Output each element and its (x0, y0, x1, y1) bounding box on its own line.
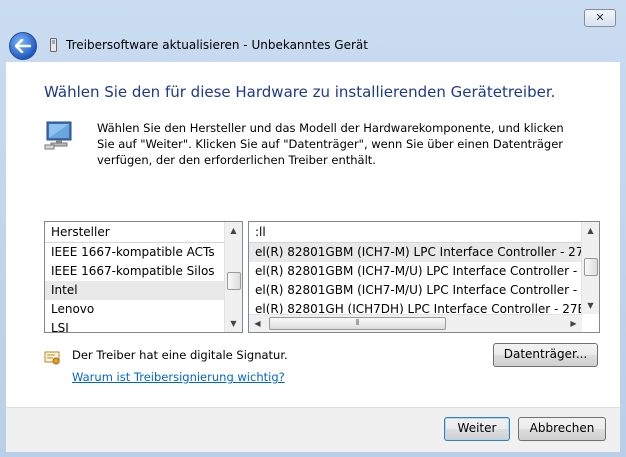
next-button[interactable]: Weiter (444, 417, 510, 441)
content-area: Wählen Sie den für diese Hardware zu ins… (6, 62, 620, 407)
manufacturer-header: Hersteller (45, 222, 242, 243)
scroll-up-arrow-icon[interactable]: ▲ (225, 222, 242, 239)
scroll-left-arrow-icon[interactable]: ◀ (249, 315, 266, 332)
signature-info-link[interactable]: Warum ist Treibersignierung wichtig? (72, 370, 285, 384)
manufacturer-item[interactable]: IEEE 1667-kompatible Silos (45, 262, 242, 281)
scroll-down-arrow-icon[interactable]: ▼ (582, 297, 599, 314)
manufacturer-listbox[interactable]: Hersteller IEEE 1667-kompatible ACTs IEE… (44, 221, 243, 333)
model-item[interactable]: el(R) 82801GBM (ICH7-M/U) LPC Interface … (249, 281, 599, 300)
certificate-icon (44, 351, 60, 365)
dialog-window: ✕ Treibersoftware aktualisieren - Unbeka… (0, 0, 626, 457)
close-button[interactable]: ✕ (584, 9, 616, 27)
model-listbox[interactable]: :ll el(R) 82801GBM (ICH7-M) LPC Interfac… (248, 221, 600, 333)
scroll-thumb[interactable] (584, 258, 598, 276)
cancel-button[interactable]: Abbrechen (518, 417, 606, 441)
manufacturer-scrollbar[interactable]: ▲ ▼ (224, 222, 242, 332)
manufacturer-item[interactable]: IEEE 1667-kompatible ACTs (45, 243, 242, 262)
device-icon (50, 38, 57, 52)
model-item-selected[interactable]: el(R) 82801GBM (ICH7-M) LPC Interface Co… (249, 243, 599, 262)
scroll-thumb[interactable] (227, 272, 241, 290)
instruction-text: Wählen Sie den Hersteller und das Modell… (97, 121, 564, 167)
scroll-thumb[interactable]: ⦀ (269, 317, 446, 330)
page-heading: Wählen Sie den für diese Hardware zu ins… (44, 83, 556, 101)
button-bar: Weiter Abbrechen (6, 407, 620, 452)
manufacturer-item[interactable]: Lenovo (45, 300, 242, 319)
model-header: :ll (249, 222, 599, 243)
signature-status-text: Der Treiber hat eine digitale Signatur. (72, 348, 288, 362)
monitor-icon (44, 121, 72, 150)
scroll-up-arrow-icon[interactable]: ▲ (582, 222, 599, 239)
manufacturer-item[interactable]: LSI (45, 319, 242, 332)
back-arrow-icon (15, 39, 31, 53)
manufacturer-item-selected[interactable]: Intel (45, 281, 242, 300)
scroll-down-arrow-icon[interactable]: ▼ (225, 315, 242, 332)
model-vertical-scrollbar[interactable]: ▲ ▼ (581, 222, 599, 314)
wizard-header: Treibersoftware aktualisieren - Unbekann… (6, 30, 620, 60)
model-item[interactable]: el(R) 82801GBM (ICH7-M/U) LPC Interface … (249, 262, 599, 281)
model-horizontal-scrollbar[interactable]: ◀ ⦀ ▶ (249, 314, 582, 332)
scroll-right-arrow-icon[interactable]: ▶ (565, 315, 582, 332)
window-title: Treibersoftware aktualisieren - Unbekann… (66, 38, 368, 52)
have-disk-button[interactable]: Datenträger... (493, 343, 598, 367)
back-button[interactable] (9, 32, 37, 60)
